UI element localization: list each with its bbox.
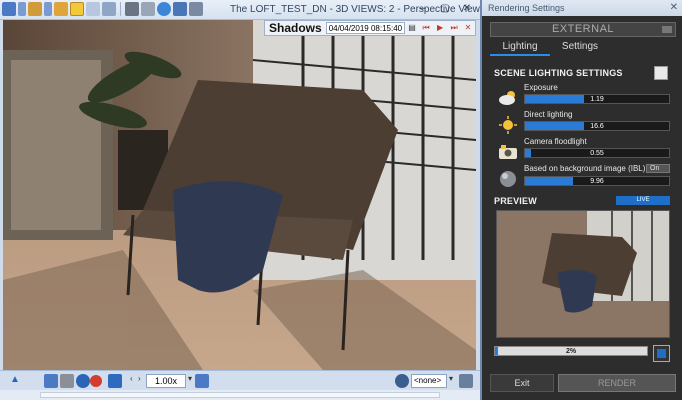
- preview-render: [497, 211, 669, 337]
- user-view-icon[interactable]: [395, 374, 409, 388]
- globe-icon[interactable]: [157, 2, 171, 16]
- play-icon[interactable]: [76, 374, 90, 388]
- 3d-viewport[interactable]: [3, 20, 476, 370]
- window-controls: – ▢ ✕: [416, 3, 474, 15]
- exposure-label: Exposure: [524, 83, 558, 92]
- ibl-toggle[interactable]: On: [646, 164, 670, 173]
- grid-icon[interactable]: [2, 2, 16, 16]
- settings-tabs: Lighting Settings: [490, 40, 676, 56]
- settings-grid-icon[interactable]: [459, 374, 473, 388]
- camera-target-icon[interactable]: [86, 2, 100, 16]
- tab-settings[interactable]: Settings: [550, 40, 610, 56]
- maximize-button[interactable]: ▢: [438, 3, 452, 15]
- zoom-field[interactable]: 1.00x: [146, 374, 186, 388]
- play-icon[interactable]: ▶: [433, 22, 447, 34]
- paint-icon[interactable]: [141, 2, 155, 16]
- record-icon[interactable]: [90, 375, 102, 387]
- view-select[interactable]: <none>: [411, 374, 447, 388]
- camera-icon[interactable]: [108, 374, 122, 388]
- direct-lighting-label: Direct lighting: [524, 110, 573, 119]
- open-folder-icon[interactable]: [54, 2, 68, 16]
- share-icon[interactable]: [189, 2, 203, 16]
- preview-image: [496, 210, 670, 338]
- tab-lighting[interactable]: Lighting: [490, 40, 550, 56]
- exposure-slider[interactable]: 1.19: [524, 94, 670, 104]
- view-bottom-toolbar: ▲ ‹ › 1.00x ▾ <none> ▾: [0, 370, 480, 390]
- rendering-settings-panel: Rendering Settings ✕ EXTERNAL Lighting S…: [480, 0, 682, 400]
- navigation-icon[interactable]: [195, 374, 209, 388]
- grid-dropdown-icon[interactable]: [18, 2, 26, 16]
- shadow-datetime-field[interactable]: 04/04/2019 08:15:40: [325, 22, 406, 34]
- camera-floodlight-label: Camera floodlight: [524, 137, 587, 146]
- view-select-dropdown-icon[interactable]: ▾: [449, 374, 457, 388]
- panel-title: Rendering Settings: [488, 3, 565, 13]
- progress-value: 2%: [565, 348, 577, 355]
- render-icon[interactable]: [44, 374, 58, 388]
- ibl-value: 9.96: [590, 178, 604, 185]
- cloud-sun-icon: [499, 91, 515, 105]
- toolbar-icons: [2, 2, 203, 16]
- panel-close-button[interactable]: ✕: [670, 0, 678, 16]
- calendar-dropdown-icon[interactable]: ▤: [405, 22, 419, 34]
- render-image: [3, 20, 476, 370]
- camera-floodlight-slider[interactable]: 0.55: [524, 148, 670, 158]
- zoom-increase-icon[interactable]: ›: [138, 374, 146, 388]
- fast-forward-icon[interactable]: ⏭: [447, 22, 461, 34]
- scene-lighting-title: SCENE LIGHTING SETTINGS: [494, 68, 623, 78]
- folder-dropdown-icon[interactable]: [44, 2, 52, 16]
- preview-title: PREVIEW: [494, 196, 537, 206]
- zoom-decrease-icon[interactable]: ‹: [130, 374, 138, 388]
- shadows-label: Shadows: [269, 21, 322, 35]
- ibl-sphere-icon: [500, 171, 516, 187]
- horizontal-scrollbar[interactable]: [0, 390, 480, 400]
- binoculars-icon[interactable]: [125, 2, 139, 16]
- direct-lighting-slider[interactable]: 16.6: [524, 121, 670, 131]
- perspective-view-window: The LOFT_TEST_DN - 3D VIEWS: 2 - Perspec…: [0, 0, 480, 400]
- panel-titlebar: Rendering Settings ✕: [482, 0, 682, 16]
- shadows-toolbar: Shadows 04/04/2019 08:15:40 ▤ ⏮ ▶ ⏭ ✕: [264, 20, 476, 36]
- folder-icon[interactable]: [28, 2, 42, 16]
- stop-icon: [657, 349, 666, 358]
- sun-icon: [499, 116, 517, 134]
- camera-floodlight-icon: [499, 145, 517, 159]
- camera-floodlight-value: 0.55: [590, 150, 604, 157]
- dropdown-caret-icon: [662, 26, 672, 33]
- select-arrow-icon[interactable]: [70, 2, 84, 16]
- rewind-icon[interactable]: ⏮: [419, 22, 433, 34]
- reset-icon[interactable]: [654, 66, 668, 80]
- close-button[interactable]: ✕: [460, 3, 474, 15]
- video-icon[interactable]: [60, 374, 74, 388]
- render-mode-select[interactable]: EXTERNAL: [490, 22, 676, 37]
- up-arrow-icon[interactable]: ▲: [10, 374, 20, 388]
- stop-button[interactable]: [653, 345, 670, 362]
- separator: [120, 2, 121, 16]
- exposure-value: 1.19: [590, 96, 604, 103]
- scrollbar-thumb[interactable]: [40, 392, 440, 398]
- walk-icon[interactable]: [173, 2, 187, 16]
- live-button[interactable]: LIVE: [616, 196, 670, 205]
- ibl-label: Based on background image (IBL): [524, 164, 646, 173]
- close-shadows-icon[interactable]: ✕: [461, 22, 475, 34]
- window-titlebar: The LOFT_TEST_DN - 3D VIEWS: 2 - Perspec…: [0, 0, 480, 20]
- render-button[interactable]: RENDER: [558, 374, 676, 392]
- minimize-button[interactable]: –: [416, 3, 430, 15]
- render-progress-bar: 2%: [494, 346, 648, 356]
- zoom-extents-icon[interactable]: [102, 2, 116, 16]
- ibl-slider[interactable]: 9.96: [524, 176, 670, 186]
- render-mode-value: EXTERNAL: [551, 23, 615, 35]
- exit-button[interactable]: Exit: [490, 374, 554, 392]
- direct-lighting-value: 16.6: [590, 123, 604, 130]
